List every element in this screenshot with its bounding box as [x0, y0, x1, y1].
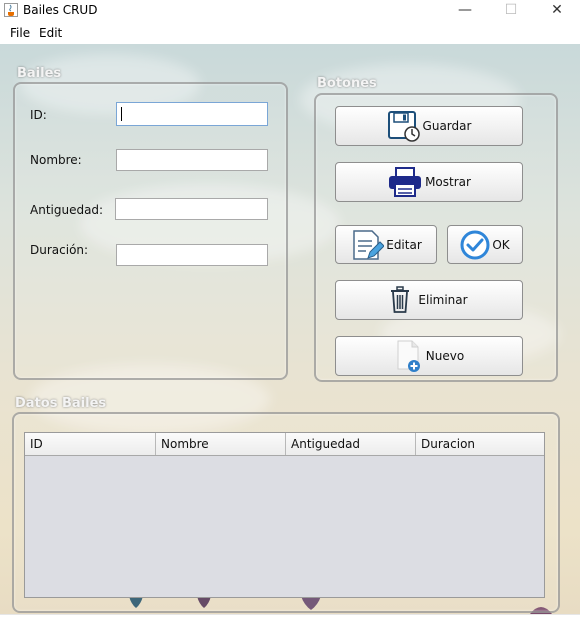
ok-label: OK — [492, 237, 510, 252]
window-bottom-edge — [0, 614, 580, 627]
eliminar-button[interactable]: Eliminar — [335, 280, 523, 320]
column-header-duracion[interactable]: Duracion — [416, 433, 544, 455]
eliminar-label: Eliminar — [418, 293, 468, 307]
nombre-label: Nombre: — [30, 153, 82, 167]
floppy-clock-icon — [387, 110, 421, 142]
menu-edit[interactable]: Edit — [39, 26, 62, 40]
menu-file[interactable]: File — [10, 26, 30, 40]
id-input[interactable] — [116, 102, 268, 126]
java-cup-icon — [4, 3, 18, 17]
antiguedad-input[interactable] — [115, 198, 268, 220]
antiguedad-label: Antiguedad: — [30, 203, 104, 217]
data-table[interactable]: ID Nombre Antiguedad Duracion — [24, 432, 545, 598]
document-pencil-icon — [350, 229, 385, 261]
maximize-button[interactable]: ☐ — [488, 0, 534, 22]
close-button[interactable]: ✕ — [534, 0, 580, 22]
editar-label: Editar — [386, 237, 422, 252]
guardar-button[interactable]: Guardar — [335, 106, 523, 146]
column-header-antiguedad[interactable]: Antiguedad — [286, 433, 416, 455]
id-label: ID: — [30, 108, 47, 122]
minimize-button[interactable]: — — [442, 0, 488, 22]
duracion-label: Duración: — [30, 243, 89, 257]
table-header: ID Nombre Antiguedad Duracion — [25, 433, 544, 456]
guardar-label: Guardar — [422, 119, 472, 133]
text-cursor — [121, 107, 122, 121]
title-bar: Bailes CRUD — ☐ ✕ — [0, 0, 580, 22]
menu-bar: File Edit — [0, 22, 580, 44]
duracion-input[interactable] — [116, 244, 268, 266]
column-header-id[interactable]: ID — [25, 433, 156, 455]
nuevo-label: Nuevo — [425, 349, 465, 363]
column-header-nombre[interactable]: Nombre — [156, 433, 286, 455]
nuevo-button[interactable]: Nuevo — [335, 336, 523, 376]
checkmark-circle-icon — [460, 230, 490, 260]
trash-icon — [390, 286, 410, 314]
new-document-plus-icon — [394, 339, 424, 373]
nombre-input[interactable] — [116, 149, 268, 171]
printer-icon — [387, 166, 423, 198]
mostrar-button[interactable]: Mostrar — [335, 162, 523, 202]
form-section-title: Bailes — [17, 66, 62, 81]
mostrar-label: Mostrar — [425, 175, 471, 189]
window-title: Bailes CRUD — [23, 3, 98, 17]
editar-button[interactable]: Editar — [335, 225, 437, 264]
ok-button[interactable]: OK — [447, 225, 523, 264]
table-section-title: Datos Bailes — [15, 396, 107, 411]
form-panel — [13, 82, 288, 380]
buttons-section-title: Botones — [317, 76, 377, 91]
